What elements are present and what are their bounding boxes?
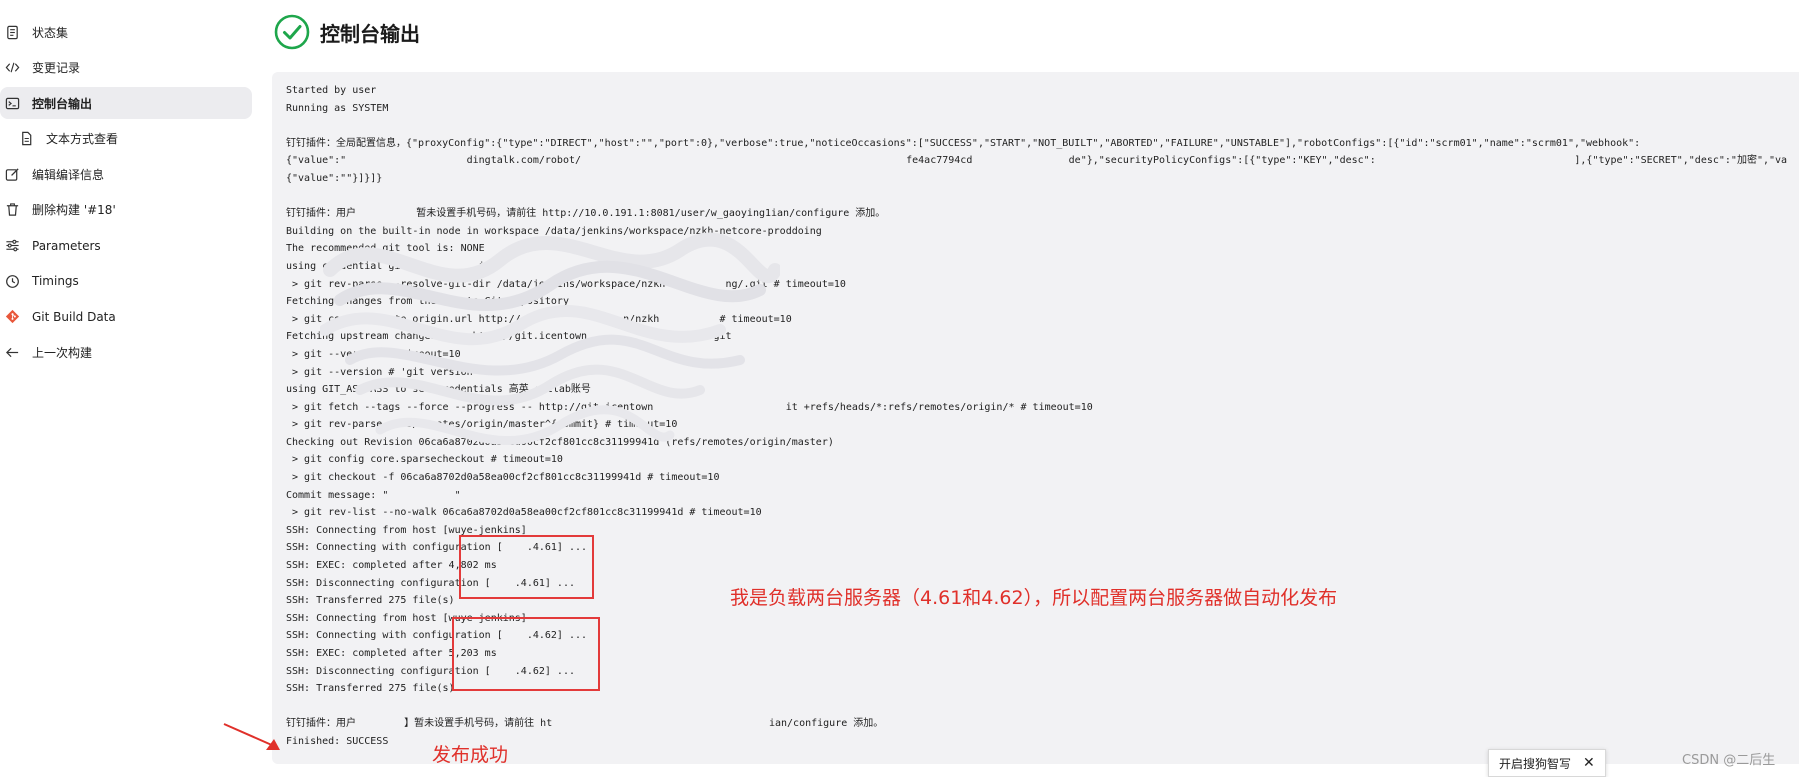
sidebar-item-label: Timings — [32, 274, 79, 289]
sidebar-item-console-output[interactable]: 控制台输出 — [0, 87, 252, 120]
success-check-icon — [274, 14, 310, 50]
annotation-box-server-462 — [452, 617, 600, 691]
sidebar-item-git-build-data[interactable]: Git Build Data — [0, 301, 252, 333]
arrow-left-icon — [4, 344, 20, 360]
console-line: > git config core.sparsecheckout # timeo… — [286, 454, 563, 466]
console-line: > git rev-parse --resolve-git-dir /data/… — [286, 278, 846, 290]
console-line: {"value":""}]}]} — [286, 172, 383, 184]
console-line: 钉钉插件：用户 暂未设置手机号码，请前往 http://10.0.191.1:8… — [286, 208, 886, 220]
sidebar-item-view-as-text[interactable]: 文本方式查看 — [0, 123, 252, 155]
console-line: Fetching upstream changes from http://gi… — [286, 331, 732, 343]
sidebar-item-edit-build-info[interactable]: 编辑编译信息 — [0, 158, 252, 190]
annotation-servers-note: 我是负载两台服务器（4.61和4.62），所以配置两台服务器做自动化发布 — [730, 587, 1338, 609]
console-line: Fetching changes from the remote Git rep… — [286, 296, 569, 308]
terminal-icon — [4, 95, 20, 111]
sidebar-item-label: 控制台输出 — [32, 96, 93, 111]
watermark: CSDN @二后生 — [1682, 753, 1776, 768]
console-line: 钉钉插件：全局配置信息，{"proxyConfig":{"type":"DIRE… — [286, 137, 1641, 149]
annotation-success-note: 发布成功 — [432, 744, 509, 766]
ime-toast-label: 开启搜狗智写 — [1499, 756, 1572, 771]
trash-icon — [4, 202, 20, 218]
git-icon — [4, 309, 20, 325]
console-line: Building on the built-in node in workspa… — [286, 225, 822, 237]
sidebar-item-previous-build[interactable]: 上一次构建 — [0, 336, 252, 368]
sidebar-item-status[interactable]: 状态集 — [0, 16, 252, 48]
console-line: > git --version # 'git version ' — [286, 366, 533, 378]
sidebar-item-timings[interactable]: Timings — [0, 265, 252, 297]
annotation-box-server-461 — [459, 535, 594, 599]
sidebar-item-label: Parameters — [32, 238, 101, 253]
page-title: 控制台输出 — [320, 21, 420, 46]
console-line: using credential gitlab ian — [286, 260, 497, 272]
sidebar-item-label: 编辑编译信息 — [32, 167, 105, 182]
console-line: {"value":" dingtalk.com/robot/ fe4ac7794… — [286, 155, 1787, 167]
console-line: The recommended git tool is: NONE — [286, 243, 485, 255]
console-line: Started by user — [286, 85, 383, 96]
sidebar-item-parameters[interactable]: Parameters — [0, 230, 252, 262]
clock-icon — [4, 273, 20, 289]
console-line: Running as SYSTEM — [286, 102, 389, 114]
console-line: > git config remote.origin.url http:// n… — [286, 313, 792, 325]
console-line: > git fetch --tags --force --progress --… — [286, 401, 1093, 413]
file-icon — [18, 131, 34, 147]
console-line: > git checkout -f 06ca6a8702d0a58ea00cf2… — [286, 472, 720, 484]
code-icon — [4, 60, 20, 76]
page-header: 控制台输出 — [274, 14, 420, 50]
sidebar-item-label: 状态集 — [32, 25, 69, 40]
sidebar: 状态集 变更记录 控制台输出 文本方式查看 编辑编译信息 删除构建 '#18' — [0, 16, 252, 372]
edit-icon — [4, 166, 20, 182]
console-line: > git --version # timeout=10 — [286, 348, 461, 360]
sidebar-item-label: 文本方式查看 — [46, 132, 119, 147]
console-line: Finished: SUCCESS — [286, 735, 389, 747]
console-line: using GIT_ASKPASS to set credentials 高英 … — [286, 384, 591, 396]
console-line: > git rev-parse refs/remotes/origin/mast… — [286, 419, 678, 431]
sliders-icon — [4, 238, 20, 254]
sidebar-item-label: Git Build Data — [32, 309, 116, 324]
console-line: 钉钉插件：用户 】暂未设置手机号码，请前往 ht ian/configure 添… — [286, 718, 884, 730]
sidebar-item-changes[interactable]: 变更记录 — [0, 52, 252, 84]
sidebar-item-label: 删除构建 '#18' — [32, 203, 116, 218]
console-line: > git rev-list --no-walk 06ca6a8702d0a58… — [286, 507, 762, 519]
console-line: Checking out Revision 06ca6a8702d0a58ea0… — [286, 436, 834, 448]
console-line: Commit message: " " — [286, 489, 461, 501]
sidebar-item-label: 变更记录 — [32, 61, 81, 76]
close-icon[interactable]: ✕ — [1583, 755, 1595, 771]
ime-toast[interactable]: 开启搜狗智写 ✕ — [1488, 749, 1606, 777]
annotation-arrow-icon — [223, 723, 280, 750]
sidebar-item-delete-build[interactable]: 删除构建 '#18' — [0, 194, 252, 226]
sidebar-item-label: 上一次构建 — [32, 345, 93, 360]
document-icon — [4, 24, 20, 40]
